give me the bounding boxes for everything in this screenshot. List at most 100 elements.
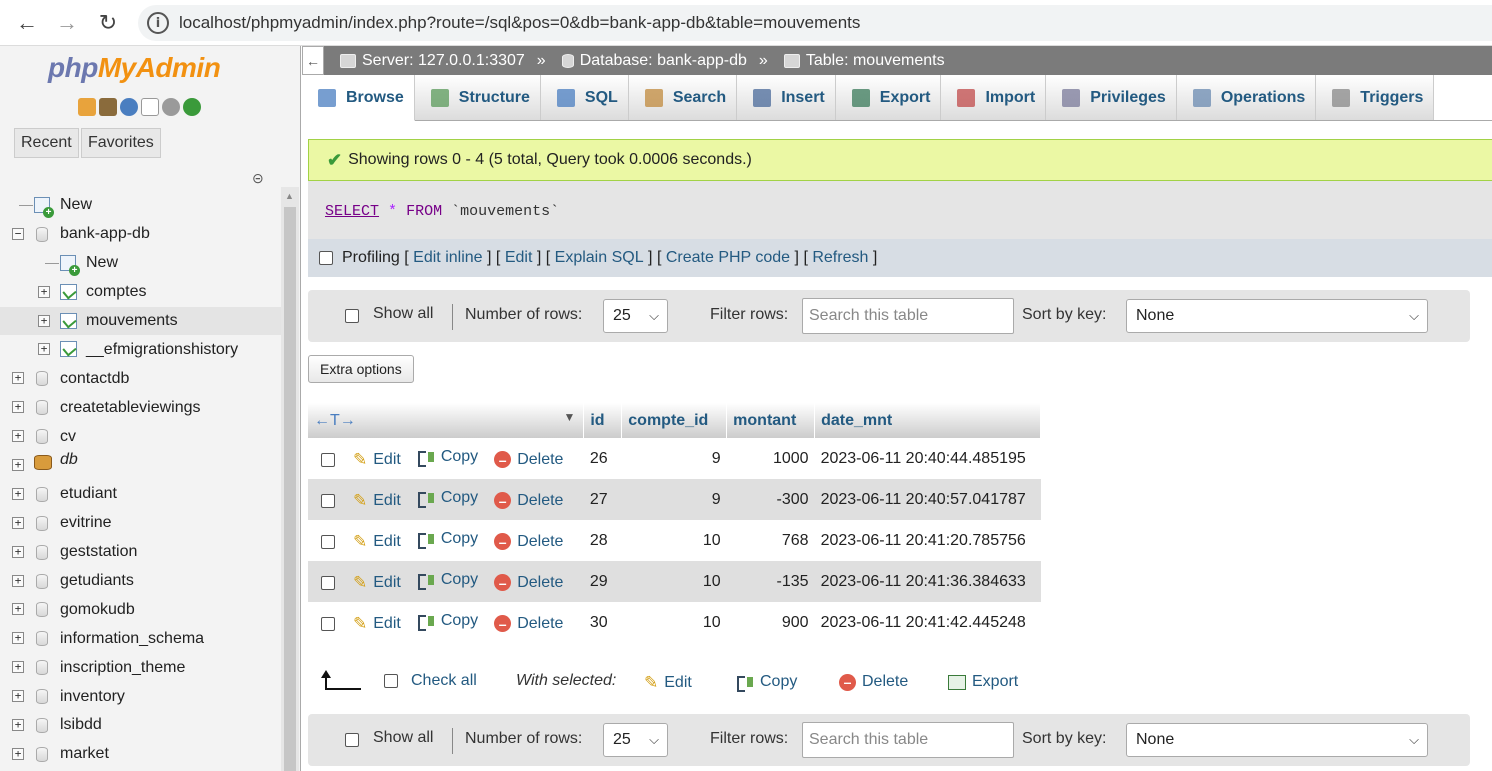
sidebar-item-market[interactable]: + market [0, 740, 281, 769]
cell-id[interactable]: 27 [583, 479, 622, 520]
cell-id[interactable]: 26 [583, 438, 622, 479]
sidebar-item-label[interactable]: inscription_theme [60, 659, 185, 677]
sidebar-item-label[interactable]: bank-app-db [60, 225, 150, 243]
expand-icon[interactable]: + [12, 661, 24, 674]
expand-icon[interactable]: + [12, 487, 24, 500]
filter-rows-input[interactable]: Search this table [802, 722, 1014, 758]
cell-id[interactable]: 29 [583, 561, 622, 602]
sidebar-item-createtableviewings[interactable]: + createtableviewings [0, 393, 281, 422]
collapse-sidebar-icon[interactable]: ← [302, 46, 324, 75]
extra-options-button[interactable]: Extra options [308, 355, 414, 383]
cell-compte-id[interactable]: 9 [621, 438, 727, 479]
sidebar-item-mouvements[interactable]: + mouvements [0, 306, 281, 336]
row-checkbox[interactable] [321, 576, 335, 591]
sidebar-item-label[interactable]: lsibdd [60, 716, 102, 734]
breadcrumb-table-label[interactable]: Table: mouvements [806, 52, 945, 70]
cell-compte-id[interactable]: 9 [621, 479, 727, 520]
row-copy-button[interactable]: Copy [417, 530, 478, 549]
sidebar-item-db[interactable]: + db [0, 451, 281, 480]
number-of-rows-select[interactable]: 25 ⌵ [603, 299, 668, 333]
scrollbar-thumb[interactable] [284, 207, 296, 771]
expand-icon[interactable]: + [12, 516, 24, 529]
sql-select-keyword[interactable]: SELECT [325, 203, 379, 220]
refresh-link[interactable]: Refresh [812, 249, 868, 267]
logout-icon[interactable] [99, 98, 117, 116]
cell-montant[interactable]: -300 [726, 479, 815, 520]
sidebar-item-label[interactable]: etudiant [60, 485, 117, 503]
profiling-checkbox[interactable] [319, 251, 333, 265]
address-bar[interactable]: i localhost/phpmyadmin/index.php?route=/… [138, 5, 1492, 41]
url-text[interactable]: localhost/phpmyadmin/index.php?route=/sq… [179, 13, 860, 33]
tab-search[interactable]: Search [628, 75, 738, 120]
sidebar-item-label[interactable]: db [60, 451, 78, 469]
tab-insert[interactable]: Insert [737, 75, 836, 120]
help-icon[interactable] [120, 98, 138, 116]
expand-icon[interactable]: + [12, 401, 24, 414]
sidebar-item-label[interactable]: getudiants [60, 572, 134, 590]
column-header-montant[interactable]: montant [726, 403, 816, 438]
expand-icon[interactable]: + [12, 747, 24, 760]
sidebar-item-getudiants[interactable]: + getudiants [0, 567, 281, 596]
sidebar-item-comptes[interactable]: + comptes [0, 278, 281, 307]
expand-icon[interactable]: + [12, 372, 24, 385]
column-header-date-mnt[interactable]: date_mnt [814, 403, 1041, 438]
scroll-up-icon[interactable]: ▲ [285, 191, 294, 201]
cell-date-mnt[interactable]: 2023-06-11 20:40:44.485195 [814, 438, 1041, 479]
breadcrumb-database-label[interactable]: Database: bank-app-db [580, 52, 747, 70]
breadcrumb-database[interactable]: Database: bank-app-db [561, 52, 747, 70]
expand-icon[interactable]: + [12, 545, 24, 558]
expand-icon[interactable]: + [38, 285, 50, 298]
expand-icon[interactable]: + [12, 690, 24, 703]
recent-button[interactable]: Recent [14, 128, 79, 158]
row-edit-button[interactable]: ✎ Edit [353, 491, 401, 511]
column-header-id[interactable]: id [583, 403, 623, 438]
cell-montant[interactable]: 768 [726, 520, 815, 561]
bulk-delete-button[interactable]: – Delete [839, 673, 908, 691]
number-of-rows-select[interactable]: 25 ⌵ [603, 723, 668, 757]
row-checkbox[interactable] [321, 494, 335, 509]
create-php-code-link[interactable]: Create PHP code [666, 249, 790, 267]
tab-structure[interactable]: Structure [414, 75, 541, 120]
row-edit-button[interactable]: ✎ Edit [353, 573, 401, 593]
tab-triggers[interactable]: Triggers [1316, 75, 1435, 120]
link-with-main-icon[interactable]: ⊝ [252, 170, 264, 187]
cell-date-mnt[interactable]: 2023-06-11 20:41:36.384633 [814, 561, 1041, 602]
expand-icon[interactable]: + [12, 603, 24, 616]
sidebar-item-label[interactable]: comptes [86, 283, 146, 301]
favorites-button[interactable]: Favorites [81, 128, 161, 158]
sidebar-item-etudiant[interactable]: + etudiant [0, 480, 281, 509]
collapse-icon[interactable]: − [12, 227, 24, 240]
tab-privileges[interactable]: Privileges [1046, 75, 1177, 120]
row-edit-button[interactable]: ✎ Edit [353, 532, 401, 552]
sidebar-item-new[interactable]: New [0, 249, 281, 278]
row-delete-button[interactable]: – Delete [494, 533, 563, 551]
expand-icon[interactable]: + [12, 574, 24, 587]
back-icon[interactable]: ← [14, 10, 40, 36]
row-delete-button[interactable]: – Delete [494, 492, 563, 510]
row-edit-button[interactable]: ✎ Edit [353, 450, 401, 470]
row-delete-button[interactable]: – Delete [494, 574, 563, 592]
sidebar-item-label[interactable]: New [60, 196, 92, 214]
tab-export[interactable]: Export [835, 75, 942, 120]
cell-compte-id[interactable]: 10 [621, 520, 727, 561]
cell-compte-id[interactable]: 10 [621, 602, 727, 643]
edit-query-link[interactable]: Edit [505, 249, 533, 267]
cell-id[interactable]: 30 [583, 602, 622, 643]
sidebar-item-contactdb[interactable]: + contactdb [0, 364, 281, 393]
explain-sql-link[interactable]: Explain SQL [555, 249, 644, 267]
sidebar-item-geststation[interactable]: + geststation [0, 538, 281, 567]
sidebar-item-label[interactable]: __efmigrationshistory [86, 341, 238, 359]
sidebar-item-label[interactable]: inventory [60, 688, 125, 706]
sidebar-item-label[interactable]: mouvements [86, 312, 178, 330]
tab-browse[interactable]: Browse [302, 75, 415, 121]
sidebar-item-label[interactable]: geststation [60, 543, 137, 561]
row-checkbox[interactable] [321, 617, 335, 632]
sidebar-item-inscription-theme[interactable]: + inscription_theme [0, 653, 281, 682]
sidebar-item-lsibdd[interactable]: + lsibdd [0, 711, 281, 740]
tab-sql[interactable]: SQL [540, 75, 629, 120]
row-copy-button[interactable]: Copy [417, 489, 478, 508]
tab-operations[interactable]: Operations [1176, 75, 1317, 120]
filter-rows-input[interactable]: Search this table [802, 298, 1014, 334]
row-copy-button[interactable]: Copy [417, 571, 478, 590]
home-icon[interactable] [78, 98, 96, 116]
